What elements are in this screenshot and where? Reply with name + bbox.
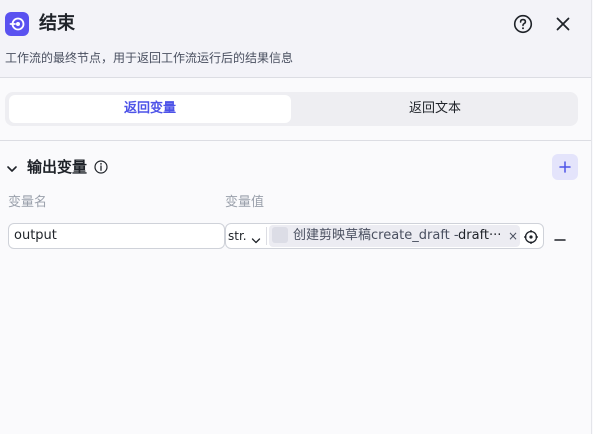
end-node-panel: 结束 工作流的最终节点，用于返回工作流运行后的结果信息 返回变量 返回文本 输出… xyxy=(0,0,592,434)
type-select[interactable]: str. xyxy=(228,224,247,248)
node-description: 工作流的最终节点，用于返回工作流运行后的结果信息 xyxy=(5,51,294,65)
tab-return-text[interactable]: 返回文本 xyxy=(294,95,576,123)
help-icon[interactable] xyxy=(513,14,533,34)
variable-value-field: str. 创建剪映草稿create_draft - draft··· × xyxy=(225,223,544,249)
return-mode-tabs: 返回变量 返回文本 xyxy=(5,92,578,126)
node-ref-icon xyxy=(272,227,288,243)
panel-header: 结束 工作流的最终节点，用于返回工作流运行后的结果信息 xyxy=(0,0,591,78)
type-separator xyxy=(266,227,267,245)
chevron-down-icon[interactable] xyxy=(6,160,18,172)
reference-node-label: 创建剪映草稿create_draft xyxy=(293,228,450,243)
node-title: 结束 xyxy=(39,13,75,34)
column-header-name: 变量名 xyxy=(8,195,48,210)
tab-return-variables[interactable]: 返回变量 xyxy=(9,95,291,123)
end-node-icon xyxy=(5,12,29,36)
add-output-button[interactable] xyxy=(552,154,578,180)
chevron-down-icon[interactable] xyxy=(251,231,261,244)
header-divider xyxy=(0,77,591,78)
variable-name-input[interactable]: output xyxy=(8,223,225,249)
variable-reference-tag[interactable]: 创建剪映草稿create_draft - draft··· × xyxy=(269,225,520,247)
reference-variable-name: draft··· xyxy=(458,228,502,243)
variable-picker-icon[interactable] xyxy=(524,229,538,244)
remove-reference-icon[interactable]: × xyxy=(508,225,518,247)
info-icon[interactable] xyxy=(94,159,108,174)
plus-icon xyxy=(559,161,571,173)
minus-icon xyxy=(554,239,566,241)
column-header-value: 变量值 xyxy=(225,195,265,210)
close-icon[interactable] xyxy=(553,14,573,34)
remove-row-button[interactable] xyxy=(553,230,567,241)
output-section-title: 输出变量 xyxy=(27,158,88,176)
section-divider xyxy=(0,140,591,141)
reference-node-name: 创建剪映草稿create_draft - xyxy=(293,225,459,247)
